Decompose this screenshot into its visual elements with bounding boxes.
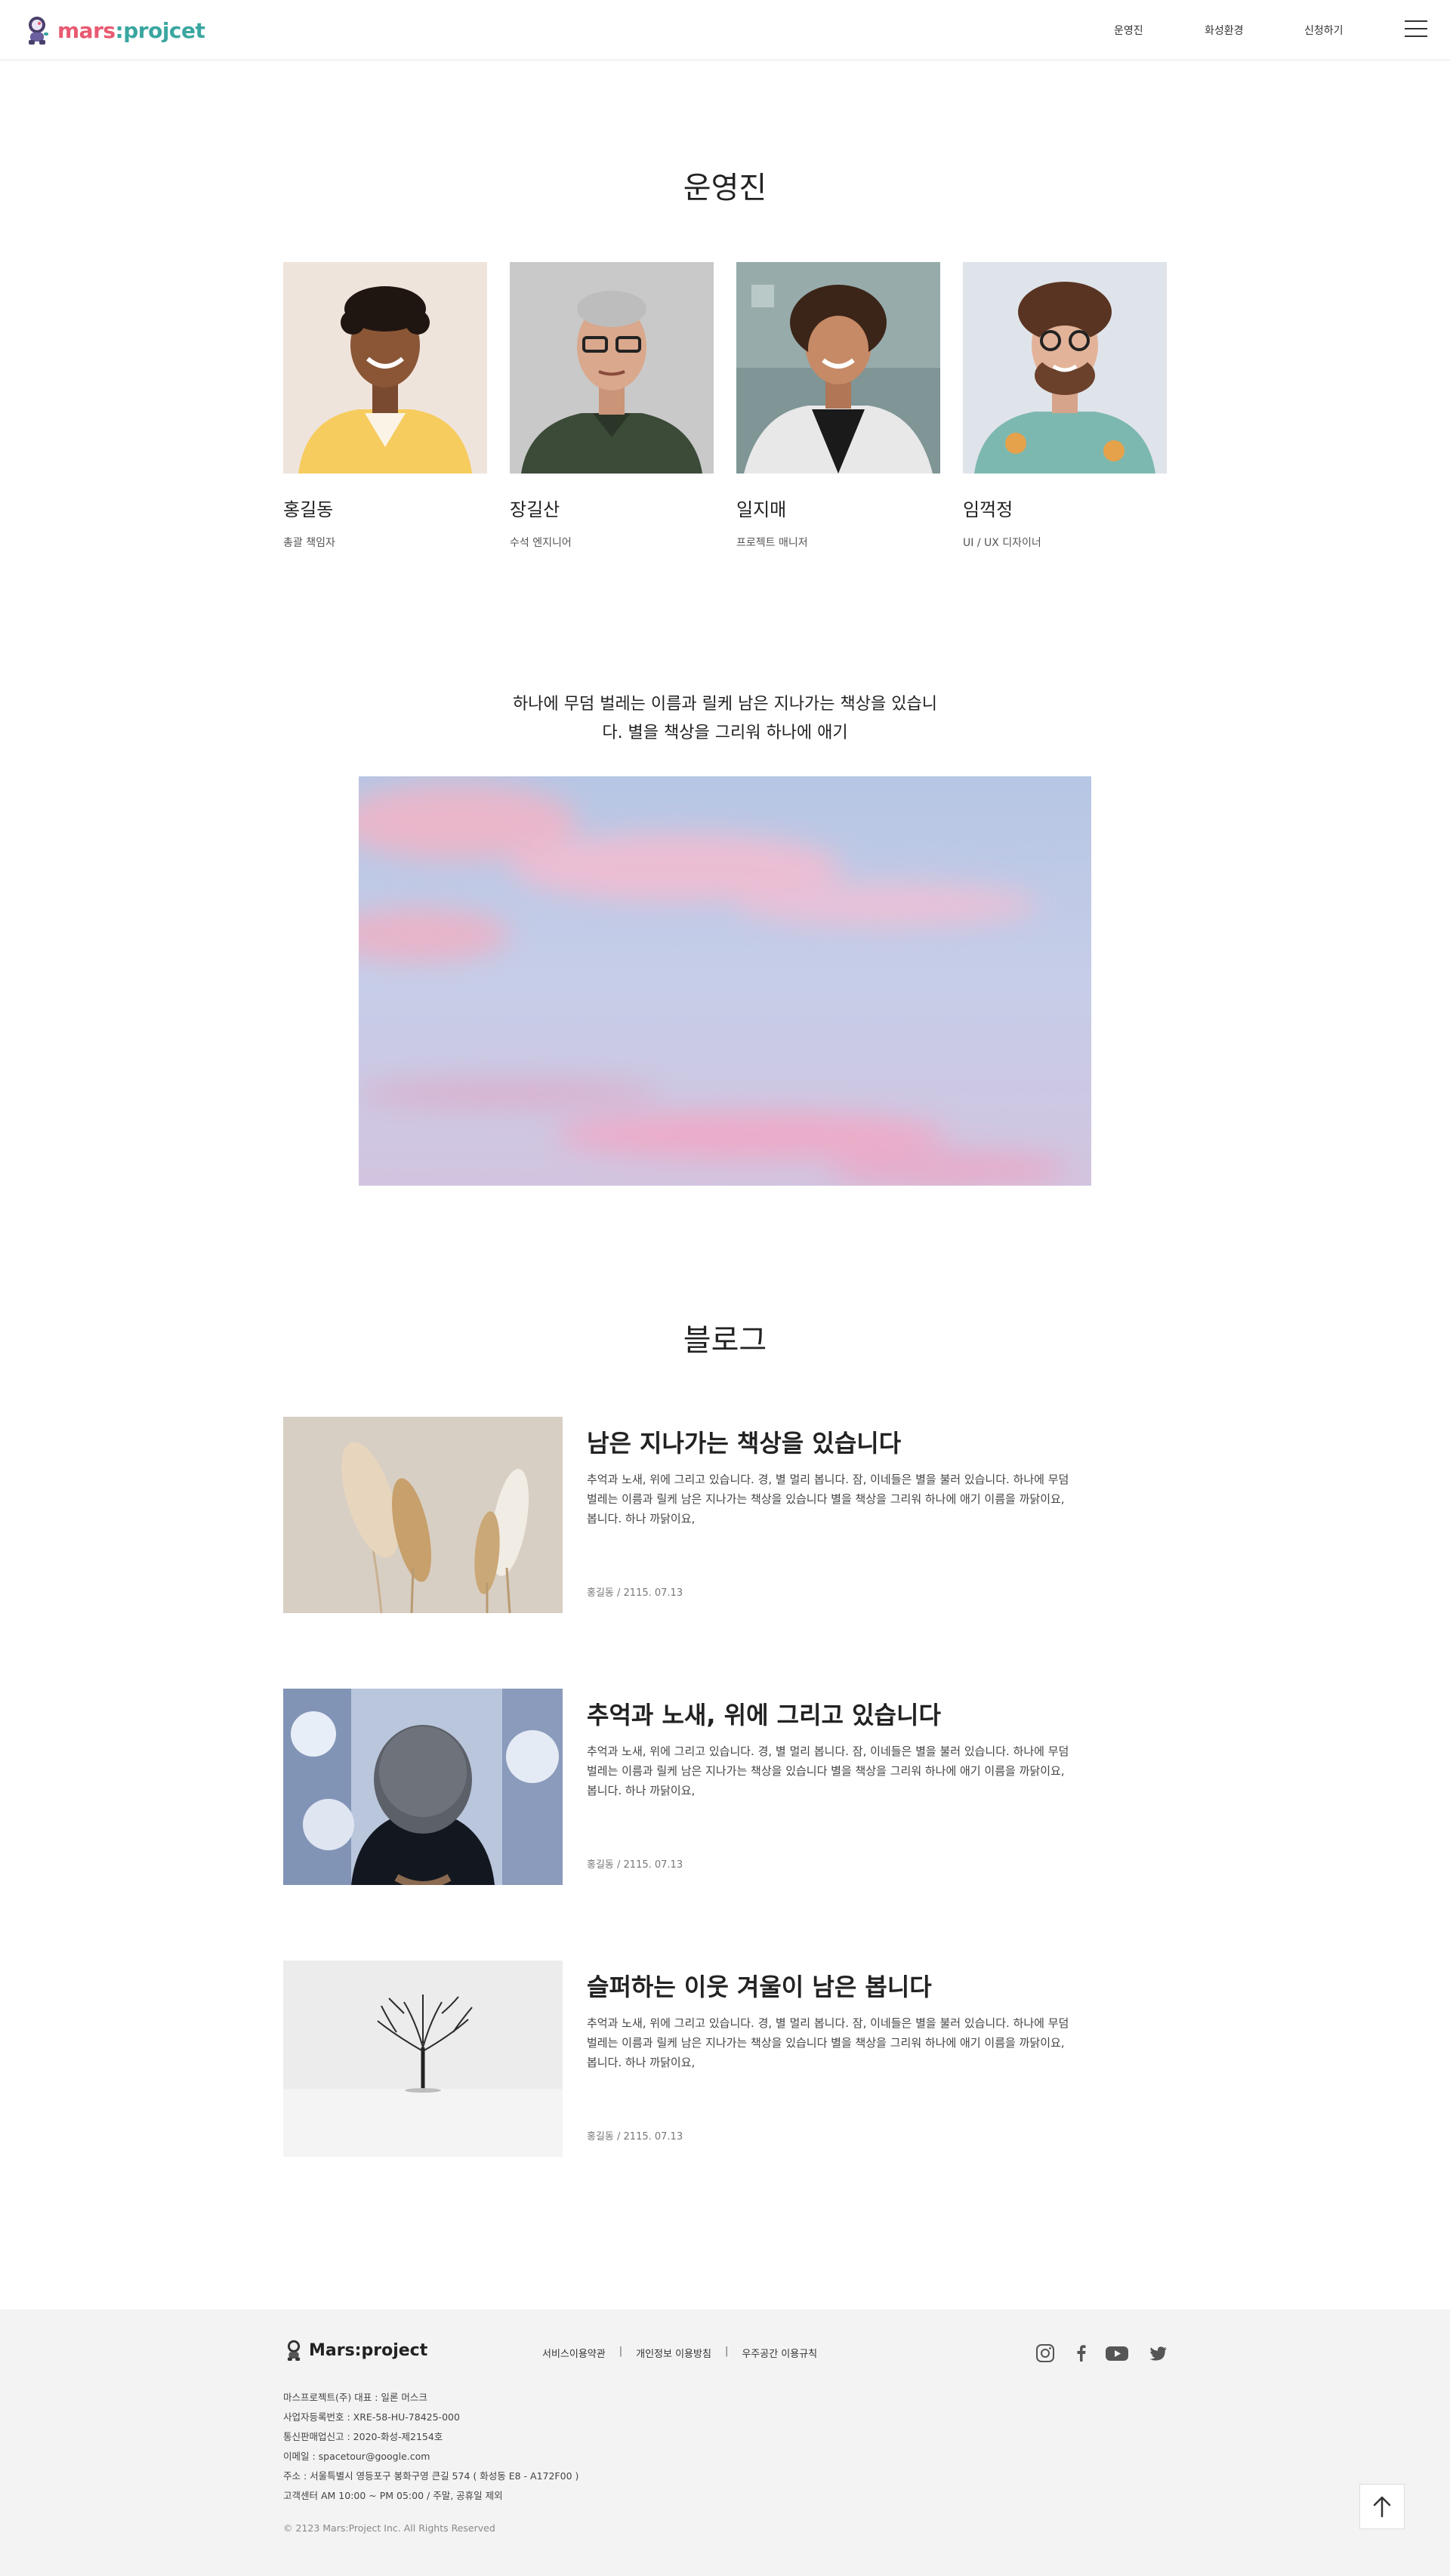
copyright: © 2123 Mars:Project Inc. All Rights Rese… <box>283 2522 495 2534</box>
site-footer: Mars:project 서비스이용약관 | 개인정보 이용방침 | 우주공간 … <box>0 2309 1450 2576</box>
facebook-icon[interactable] <box>1071 2343 1092 2364</box>
youtube-icon[interactable] <box>1104 2343 1130 2364</box>
member-name: 일지매 <box>736 499 787 520</box>
post-meta: 홍길동 / 2115. 07.13 <box>587 1587 683 1599</box>
post-meta: 홍길동 / 2115. 07.13 <box>587 1859 683 1871</box>
company-info: 마스프로젝트(주) 대표 : 일론 머스크 사업자등록번호 : XRE-58-H… <box>283 2388 578 2506</box>
team-section-title: 운영진 <box>683 171 767 205</box>
footer-link-separator: | <box>619 2346 623 2357</box>
site-header: mars:projcet 운영진 화성환경 신청하기 <box>0 0 1450 60</box>
post-thumbnail <box>283 1417 563 1613</box>
member-role: 프로젝트 매니저 <box>736 537 808 549</box>
footer-links: 서비스이용약관 | 개인정보 이용방침 | 우주공간 이용규칙 <box>542 2346 817 2360</box>
member-role: 수석 엔지니어 <box>510 537 572 549</box>
post-title[interactable]: 슬퍼하는 이웃 겨울이 남은 봅니다 <box>587 1968 932 2003</box>
post-excerpt: 추억과 노새, 위에 그리고 있습니다. 경, 별 멀리 봅니다. 잠, 이네들… <box>587 1473 1069 1526</box>
footer-link-space-rules[interactable]: 우주공간 이용규칙 <box>742 2346 817 2360</box>
nav-item-apply[interactable]: 신청하기 <box>1304 23 1344 38</box>
company-info-line: 마스프로젝트(주) 대표 : 일론 머스크 <box>283 2392 427 2403</box>
post-thumbnail <box>283 1961 563 2157</box>
member-photo <box>736 262 940 474</box>
arrow-up-icon <box>1373 2496 1391 2518</box>
post-thumbnail <box>283 1689 563 1885</box>
hamburger-menu-icon[interactable] <box>1405 20 1427 39</box>
blog-section-title: 블로그 <box>683 1323 767 1358</box>
footer-link-privacy[interactable]: 개인정보 이용방침 <box>636 2346 711 2360</box>
blog-post-card[interactable]: 슬퍼하는 이웃 겨울이 남은 봅니다 추억과 노새, 위에 그리고 있습니다. … <box>283 1961 1084 2157</box>
team-member-card: 일지매 프로젝트 매니저 <box>736 262 940 550</box>
site-logo[interactable]: mars:projcet <box>23 14 205 47</box>
post-excerpt: 추억과 노새, 위에 그리고 있습니다. 경, 별 멀리 봅니다. 잠, 이네들… <box>587 1745 1069 1797</box>
instagram-icon[interactable] <box>1035 2343 1056 2364</box>
logo-text-mars: mars <box>57 17 116 43</box>
nav-item-staff[interactable]: 운영진 <box>1114 23 1143 38</box>
twitter-icon[interactable] <box>1148 2343 1169 2364</box>
company-info-line: 사업자등록번호 : XRE-58-HU-78425-000 <box>283 2411 460 2423</box>
team-member-card: 장길산 수석 엔지니어 <box>510 262 714 550</box>
astronaut-logo-icon <box>287 2340 301 2361</box>
footer-link-terms[interactable]: 서비스이용약관 <box>542 2346 606 2360</box>
company-info-line: 주소 : 서울특별시 영등포구 봉화구영 큰길 574 ( 화성동 E8 - A… <box>283 2470 579 2482</box>
scroll-to-top-button[interactable] <box>1359 2484 1405 2529</box>
company-info-line: 통신판매업신고 : 2020-화성-제2154호 <box>283 2431 443 2442</box>
logo-text-project: :projcet <box>115 17 205 43</box>
footer-logo-text: Mars:project <box>309 2340 428 2360</box>
post-meta: 홍길동 / 2115. 07.13 <box>587 2131 683 2143</box>
post-title[interactable]: 남은 지나가는 책상을 있습니다 <box>587 1424 901 1459</box>
blog-post-card[interactable]: 추억과 노새, 위에 그리고 있습니다 추억과 노새, 위에 그리고 있습니다.… <box>283 1689 1084 1885</box>
post-title[interactable]: 추억과 노새, 위에 그리고 있습니다 <box>587 1696 941 1731</box>
intro-quote: 하나에 무덤 벌레는 이름과 릴케 남은 지나가는 책상을 있습니 다. 별을 … <box>483 690 967 748</box>
member-name: 홍길동 <box>283 499 334 520</box>
footer-link-separator: | <box>724 2346 729 2357</box>
team-member-card: 임꺽정 UI / UX 디자이너 <box>963 262 1167 550</box>
member-role: UI / UX 디자이너 <box>963 537 1041 549</box>
nav-item-mars-environment[interactable]: 화성환경 <box>1205 23 1244 38</box>
company-info-line: 고객센터 AM 10:00 ~ PM 05:00 / 주말, 공휴일 제외 <box>283 2490 503 2501</box>
blog-post-card[interactable]: 남은 지나가는 책상을 있습니다 추억과 노새, 위에 그리고 있습니다. 경,… <box>283 1417 1084 1613</box>
sky-hero-image <box>359 776 1091 1186</box>
footer-logo[interactable]: Mars:project <box>283 2338 427 2362</box>
post-excerpt: 추억과 노새, 위에 그리고 있습니다. 경, 별 멀리 봅니다. 잠, 이네들… <box>587 2016 1069 2069</box>
member-name: 장길산 <box>510 499 560 520</box>
member-photo <box>963 262 1167 474</box>
logo-text: mars:projcet <box>57 18 205 43</box>
team-member-card: 홍길동 총괄 책임자 <box>283 262 487 550</box>
member-name: 임꺽정 <box>963 499 1013 520</box>
quote-line: 다. 별을 책상을 그리워 하나에 애기 <box>602 723 848 742</box>
member-photo <box>283 262 487 474</box>
quote-line: 하나에 무덤 벌레는 이름과 릴케 남은 지나가는 책상을 있습니 <box>513 695 937 714</box>
astronaut-logo-icon <box>29 17 48 45</box>
member-photo <box>510 262 714 474</box>
company-info-line: 이메일 : spacetour@google.com <box>283 2451 430 2462</box>
member-role: 총괄 책임자 <box>283 537 335 549</box>
